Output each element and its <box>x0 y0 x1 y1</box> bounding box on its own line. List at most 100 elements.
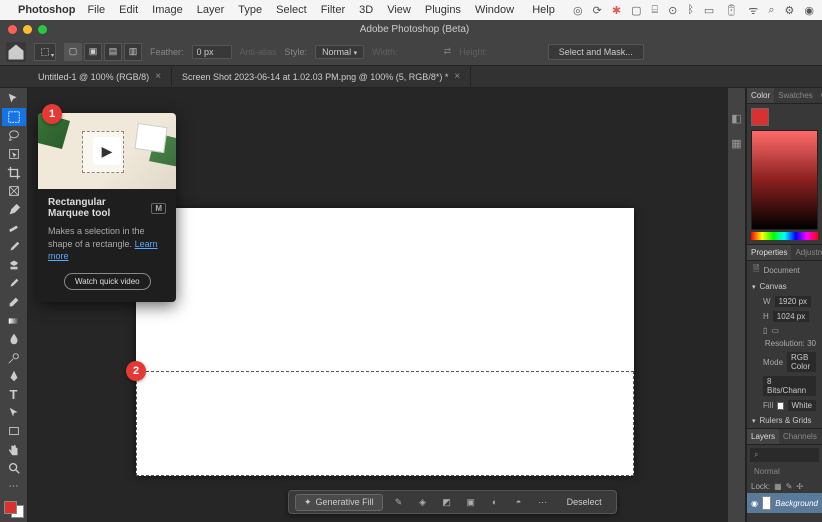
bluetooth-icon[interactable]: ᛒ <box>687 4 694 16</box>
hue-slider[interactable] <box>751 232 818 240</box>
intersect-selection-button[interactable]: ▥ <box>124 43 142 61</box>
rectangle-tool[interactable] <box>2 423 26 440</box>
layers-panel-tab[interactable]: Layers <box>747 429 779 444</box>
home-button[interactable] <box>6 42 26 62</box>
orientation-landscape-icon[interactable]: ▭ <box>771 326 779 335</box>
rectangular-marquee-tool[interactable] <box>2 108 26 125</box>
siri-icon[interactable]: ◉ <box>804 4 814 17</box>
layer-visibility-icon[interactable]: ◉ <box>751 499 758 508</box>
generative-fill-button[interactable]: ✦ Generative Fill <box>295 494 383 511</box>
battery-icon[interactable]: 🔋︎ <box>724 4 738 17</box>
lasso-tool[interactable] <box>2 127 26 144</box>
search-icon[interactable]: ⌕ <box>768 4 774 17</box>
display-icon[interactable]: ▭ <box>704 4 714 17</box>
canvas-area[interactable]: ▶ Rectangular Marquee tool M Makes a sel… <box>28 88 728 522</box>
eraser-tool[interactable] <box>2 293 26 310</box>
type-tool[interactable]: T <box>2 386 26 403</box>
move-tool[interactable] <box>2 90 26 107</box>
wifi-icon[interactable]: ᯤ <box>748 3 758 18</box>
modify-selection-icon[interactable]: ◈ <box>415 494 431 510</box>
control-center-icon[interactable]: ⚙ <box>785 4 795 17</box>
history-brush-tool[interactable] <box>2 275 26 292</box>
record-icon[interactable]: ◎ <box>573 4 583 17</box>
lock-transparency-icon[interactable]: ▦ <box>774 482 782 491</box>
adjustments-panel-tab[interactable]: Adjustme <box>791 245 822 260</box>
menu-edit[interactable]: Edit <box>119 4 138 16</box>
gradient-tool[interactable] <box>2 312 26 329</box>
menu-3d[interactable]: 3D <box>359 4 373 16</box>
document-canvas[interactable] <box>136 208 634 476</box>
menu-view[interactable]: View <box>387 4 411 16</box>
pen-tool[interactable] <box>2 367 26 384</box>
menu-image[interactable]: Image <box>152 4 183 16</box>
clone-stamp-tool[interactable] <box>2 256 26 273</box>
refresh-icon[interactable]: ⊙ <box>668 4 677 17</box>
layer-thumbnail[interactable] <box>762 496 771 510</box>
edit-toolbar-icon[interactable]: ⋯ <box>2 478 26 495</box>
dock-icon[interactable]: ⌸ <box>651 4 658 17</box>
menu-layer[interactable]: Layer <box>197 4 225 16</box>
properties-panel-tab[interactable]: Properties <box>747 245 791 260</box>
object-selection-tool[interactable] <box>2 145 26 162</box>
color-panel-tab[interactable]: Color <box>747 88 774 103</box>
app-menu[interactable]: Photoshop <box>18 4 75 16</box>
select-and-mask-button[interactable]: Select and Mask... <box>548 44 644 60</box>
color-picker-field[interactable] <box>751 130 818 230</box>
color-mode-value[interactable]: RGB Color <box>787 352 816 372</box>
fill-value[interactable]: White <box>788 400 816 411</box>
new-selection-button[interactable]: ▢ <box>64 43 82 61</box>
swatches-panel-tab[interactable]: Swatches <box>774 88 817 103</box>
cc-icon[interactable]: ✱ <box>612 4 621 17</box>
layer-row[interactable]: ◉ Background <box>747 493 822 513</box>
lock-position-icon[interactable]: ✢ <box>796 482 803 491</box>
hand-tool[interactable] <box>2 441 26 458</box>
canvas-width-value[interactable]: 1920 px <box>775 296 811 307</box>
gradients-panel-tab[interactable]: Gr <box>817 88 822 103</box>
collapse-icon[interactable]: ▾ <box>752 417 756 425</box>
dodge-tool[interactable] <box>2 349 26 366</box>
feather-input[interactable] <box>192 45 232 59</box>
box-icon[interactable]: ▢ <box>631 4 641 17</box>
blur-tool[interactable] <box>2 330 26 347</box>
eyedropper-tool[interactable] <box>2 201 26 218</box>
layer-filter[interactable]: ⌕ <box>750 448 819 462</box>
bit-depth-value[interactable]: 8 Bits/Chann <box>763 376 816 396</box>
lock-pixels-icon[interactable]: ✎ <box>786 482 793 491</box>
fill-selection-icon[interactable]: ◐ <box>487 494 503 510</box>
canvas-height-value[interactable]: 1024 px <box>773 311 809 322</box>
menu-file[interactable]: File <box>87 4 105 16</box>
menu-type[interactable]: Type <box>238 4 262 16</box>
menu-help[interactable]: Help <box>532 4 555 16</box>
frame-tool[interactable] <box>2 182 26 199</box>
brush-selection-icon[interactable]: ✎ <box>391 494 407 510</box>
menu-filter[interactable]: Filter <box>321 4 345 16</box>
healing-brush-tool[interactable] <box>2 219 26 236</box>
contextual-task-bar[interactable]: ✦ Generative Fill ✎ ◈ ◩ ▣ ◐ ◓ ⋯ Deselect <box>288 490 617 514</box>
orientation-portrait-icon[interactable]: ▯ <box>763 326 767 335</box>
subtract-selection-button[interactable]: ▤ <box>104 43 122 61</box>
create-mask-icon[interactable]: ◓ <box>511 494 527 510</box>
invert-selection-icon[interactable]: ◩ <box>439 494 455 510</box>
fill-color-swatch[interactable] <box>777 402 783 410</box>
deselect-button[interactable]: Deselect <box>559 495 610 509</box>
style-dropdown[interactable]: Normal ▾ <box>315 45 364 59</box>
tool-preset-picker[interactable]: ▾ <box>34 43 56 61</box>
panel-icon[interactable]: ◧ <box>731 112 741 125</box>
channels-panel-tab[interactable]: Channels <box>779 429 821 444</box>
collapse-icon[interactable]: ▾ <box>752 283 756 291</box>
close-tab-icon[interactable]: × <box>155 71 161 82</box>
brush-tool[interactable] <box>2 238 26 255</box>
sync-icon[interactable]: ⟳ <box>593 4 602 17</box>
watch-video-button[interactable]: Watch quick video <box>64 273 151 290</box>
menu-select[interactable]: Select <box>276 4 307 16</box>
foreground-background-colors[interactable] <box>4 501 24 518</box>
zoom-tool[interactable] <box>2 460 26 477</box>
play-video-icon[interactable]: ▶ <box>93 137 121 165</box>
menu-plugins[interactable]: Plugins <box>425 4 461 16</box>
document-tab[interactable]: Untitled-1 @ 100% (RGB/8) × <box>28 67 172 86</box>
add-selection-button[interactable]: ▣ <box>84 43 102 61</box>
blend-mode-dropdown[interactable]: Normal <box>750 465 819 478</box>
transform-selection-icon[interactable]: ▣ <box>463 494 479 510</box>
panel-icon[interactable]: ▦ <box>731 137 741 150</box>
current-color-swatch[interactable] <box>751 108 769 126</box>
